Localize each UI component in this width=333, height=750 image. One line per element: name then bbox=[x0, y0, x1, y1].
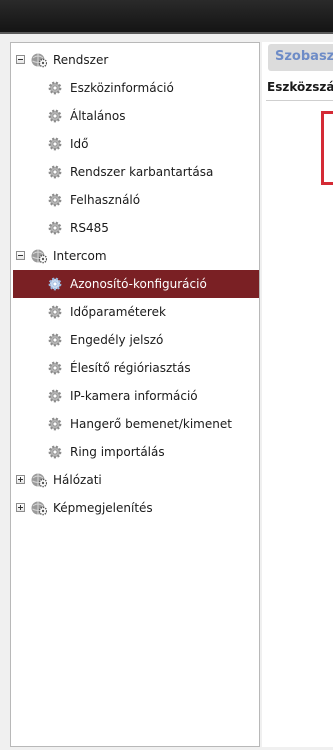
field-label-device-number: Eszközszám bbox=[267, 80, 333, 94]
highlight-box bbox=[321, 111, 333, 185]
content-header: Szobasz bbox=[268, 44, 333, 71]
gear-icon bbox=[48, 221, 62, 235]
navigation-tree[interactable]: Rendszer Eszközinformáció Általános Idő … bbox=[10, 42, 260, 747]
tree-item-azonosito-konfiguracio[interactable]: Azonosító-konfiguráció bbox=[13, 270, 259, 298]
tree-item-ido[interactable]: Idő bbox=[11, 130, 259, 158]
tree-group-label: Intercom bbox=[53, 249, 107, 263]
globe-gear-icon bbox=[31, 473, 47, 488]
tree-item-felhasznalo[interactable]: Felhasználó bbox=[11, 186, 259, 214]
tree-item-eszkozinformacio[interactable]: Eszközinformáció bbox=[11, 74, 259, 102]
gear-icon bbox=[48, 165, 62, 179]
gear-icon bbox=[48, 277, 62, 291]
gear-icon bbox=[48, 137, 62, 151]
expand-toggle-icon[interactable] bbox=[16, 475, 25, 484]
tree-group-kepmegjelenites[interactable]: Képmegjelenítés bbox=[11, 494, 259, 522]
collapse-toggle-icon[interactable] bbox=[16, 55, 25, 64]
expand-toggle-icon[interactable] bbox=[16, 503, 25, 512]
tree-item-label: Hangerő bemenet/kimenet bbox=[70, 417, 232, 431]
tree-group-label: Képmegjelenítés bbox=[53, 501, 153, 515]
tree-item-rs485[interactable]: RS485 bbox=[11, 214, 259, 242]
tree-item-label: Időparaméterek bbox=[70, 305, 166, 319]
gear-icon bbox=[48, 81, 62, 95]
tree-group-halozati[interactable]: Hálózati bbox=[11, 466, 259, 494]
tree-item-label: Azonosító-konfiguráció bbox=[70, 277, 207, 291]
title-bar bbox=[0, 0, 333, 32]
content-header-title: Szobasz bbox=[275, 49, 333, 64]
globe-gear-icon bbox=[31, 249, 47, 264]
collapse-toggle-icon[interactable] bbox=[16, 251, 25, 260]
tree-item-hangero-bemenet-kimenet[interactable]: Hangerő bemenet/kimenet bbox=[11, 410, 259, 438]
content-divider bbox=[266, 100, 333, 101]
tree-item-engedely-jelszo[interactable]: Engedély jelszó bbox=[11, 326, 259, 354]
tree-item-label: Élesítő régióriasztás bbox=[70, 361, 191, 375]
gear-icon bbox=[48, 361, 62, 375]
tree-item-ip-kamera-informacio[interactable]: IP-kamera információ bbox=[11, 382, 259, 410]
gear-icon bbox=[48, 417, 62, 431]
tree-group-intercom[interactable]: Intercom bbox=[11, 242, 259, 270]
tree-item-label: IP-kamera információ bbox=[70, 389, 198, 403]
tree-item-label: Ring importálás bbox=[70, 445, 165, 459]
gear-icon bbox=[48, 389, 62, 403]
globe-gear-icon bbox=[31, 53, 47, 68]
tree-item-label: Általános bbox=[70, 109, 126, 123]
tree-item-idoparameterek[interactable]: Időparaméterek bbox=[11, 298, 259, 326]
tree-item-label: Engedély jelszó bbox=[70, 333, 164, 347]
gear-icon bbox=[48, 445, 62, 459]
tree-item-elesito-regioriasztas[interactable]: Élesítő régióriasztás bbox=[11, 354, 259, 382]
tree-item-label: RS485 bbox=[70, 221, 109, 235]
tree-group-label: Hálózati bbox=[53, 473, 102, 487]
gear-icon bbox=[48, 333, 62, 347]
tree-item-altalanos[interactable]: Általános bbox=[11, 102, 259, 130]
tree-item-label: Felhasználó bbox=[70, 193, 141, 207]
gear-icon bbox=[48, 305, 62, 319]
tree-item-ring-importalas[interactable]: Ring importálás bbox=[11, 438, 259, 466]
tree-item-rendszer-karbantartasa[interactable]: Rendszer karbantartása bbox=[11, 158, 259, 186]
tree-item-label: Idő bbox=[70, 137, 89, 151]
globe-gear-icon bbox=[31, 501, 47, 516]
tree-item-label: Rendszer karbantartása bbox=[70, 165, 214, 179]
title-bar-divider bbox=[0, 32, 333, 34]
gear-icon bbox=[48, 193, 62, 207]
tree-group-rendszer[interactable]: Rendszer bbox=[11, 46, 259, 74]
tree-group-label: Rendszer bbox=[53, 53, 109, 67]
gear-icon bbox=[48, 109, 62, 123]
tree-item-label: Eszközinformáció bbox=[70, 81, 174, 95]
